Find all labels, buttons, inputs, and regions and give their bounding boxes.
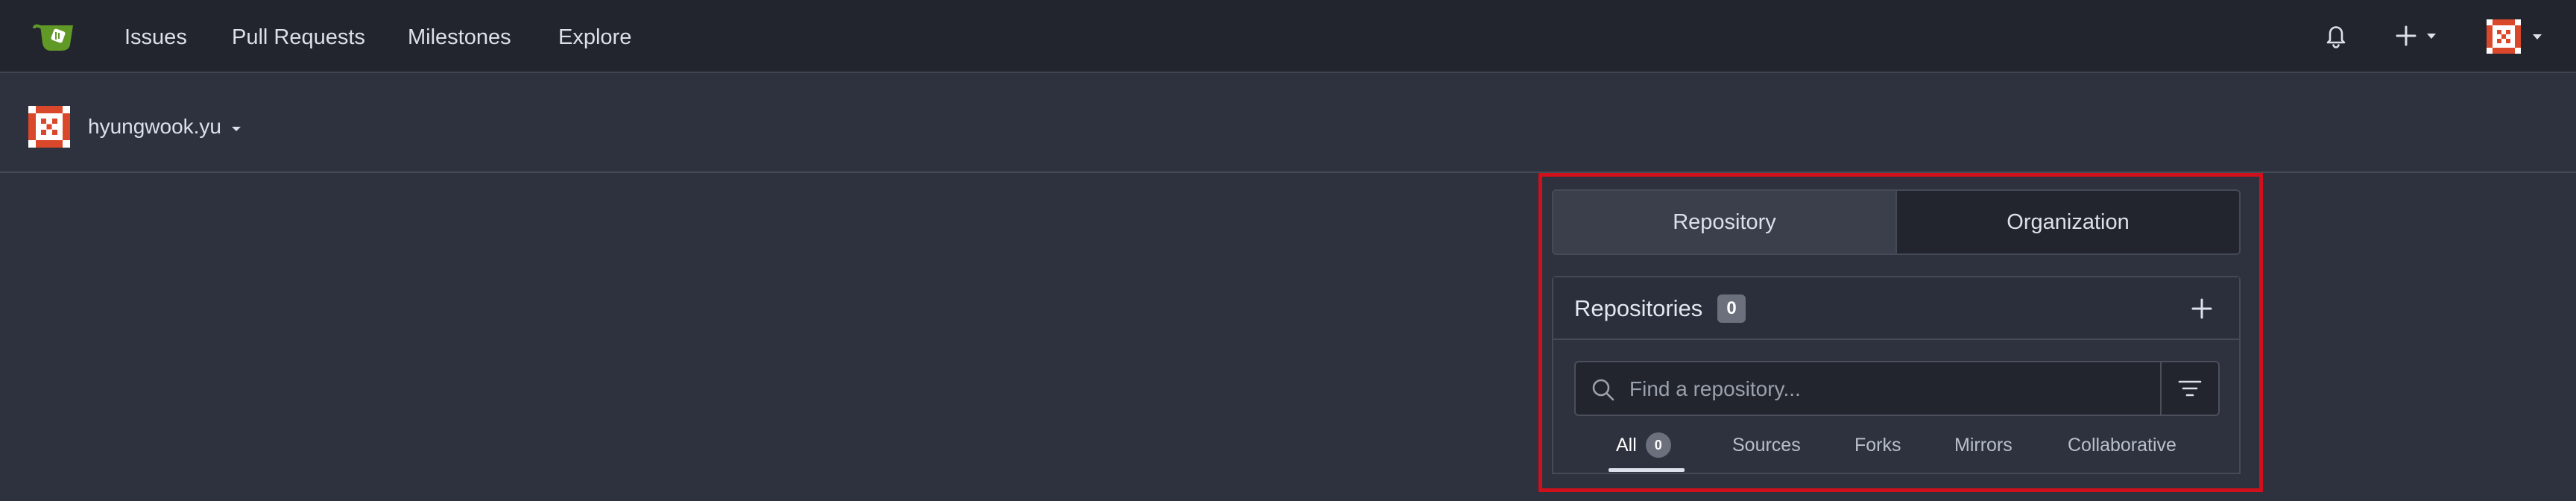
active-tab-indicator	[1609, 468, 1685, 472]
repositories-card: Repositories 0 All0 Sources Forks Mi	[1552, 276, 2241, 474]
repositories-count-badge: 0	[1717, 294, 1746, 323]
search-icon	[1591, 377, 1616, 403]
gitea-logo-icon[interactable]	[31, 19, 79, 54]
organization-tab-button[interactable]: Organization	[1897, 191, 2239, 253]
repository-tab-button[interactable]: Repository	[1553, 191, 1897, 253]
tab-mirrors[interactable]: Mirrors	[1954, 425, 2012, 474]
repository-search-box	[1574, 361, 2220, 416]
nav-milestones-link[interactable]: Milestones	[408, 22, 511, 52]
repository-search-input[interactable]	[1629, 370, 2144, 409]
top-navbar: Issues Pull Requests Milestones Explore	[0, 0, 2576, 73]
profile-menu[interactable]	[2485, 18, 2548, 55]
tab-forks[interactable]: Forks	[1854, 425, 1901, 474]
repository-filter-tabs: All 0 Sources Forks Mirrors Collaborative	[1553, 425, 2239, 474]
add-repository-button[interactable]	[2190, 297, 2214, 321]
nav-issues-link[interactable]: Issues	[124, 22, 187, 52]
plus-icon	[2191, 298, 2212, 319]
nav-pull-requests-link[interactable]: Pull Requests	[232, 22, 365, 52]
user-avatar[interactable]	[28, 106, 70, 148]
tab-all-count-badge: 0	[1645, 432, 1671, 458]
context-user-switcher[interactable]: hyungwook.yu	[88, 112, 221, 142]
tab-all-label: All	[1616, 435, 1637, 456]
tab-sources[interactable]: Sources	[1732, 425, 1801, 474]
filter-icon	[2178, 380, 2202, 397]
context-user-bar: hyungwook.yu	[0, 73, 2576, 173]
repository-filter-button[interactable]	[2160, 362, 2218, 415]
tab-collaborative[interactable]: Collaborative	[2068, 425, 2176, 474]
plus-icon	[2396, 25, 2436, 46]
repositories-title: Repositories	[1574, 295, 1703, 321]
create-new-menu[interactable]	[2394, 23, 2442, 48]
dashboard-repo-org-toggle: Repository Organization	[1552, 189, 2241, 255]
repositories-header: Repositories 0	[1553, 277, 2239, 340]
chevron-down-icon[interactable]	[231, 123, 242, 131]
tab-all[interactable]: All 0	[1616, 425, 1671, 474]
nav-explore-link[interactable]: Explore	[558, 22, 631, 52]
avatar	[2487, 19, 2542, 54]
bell-icon[interactable]	[2324, 22, 2348, 49]
